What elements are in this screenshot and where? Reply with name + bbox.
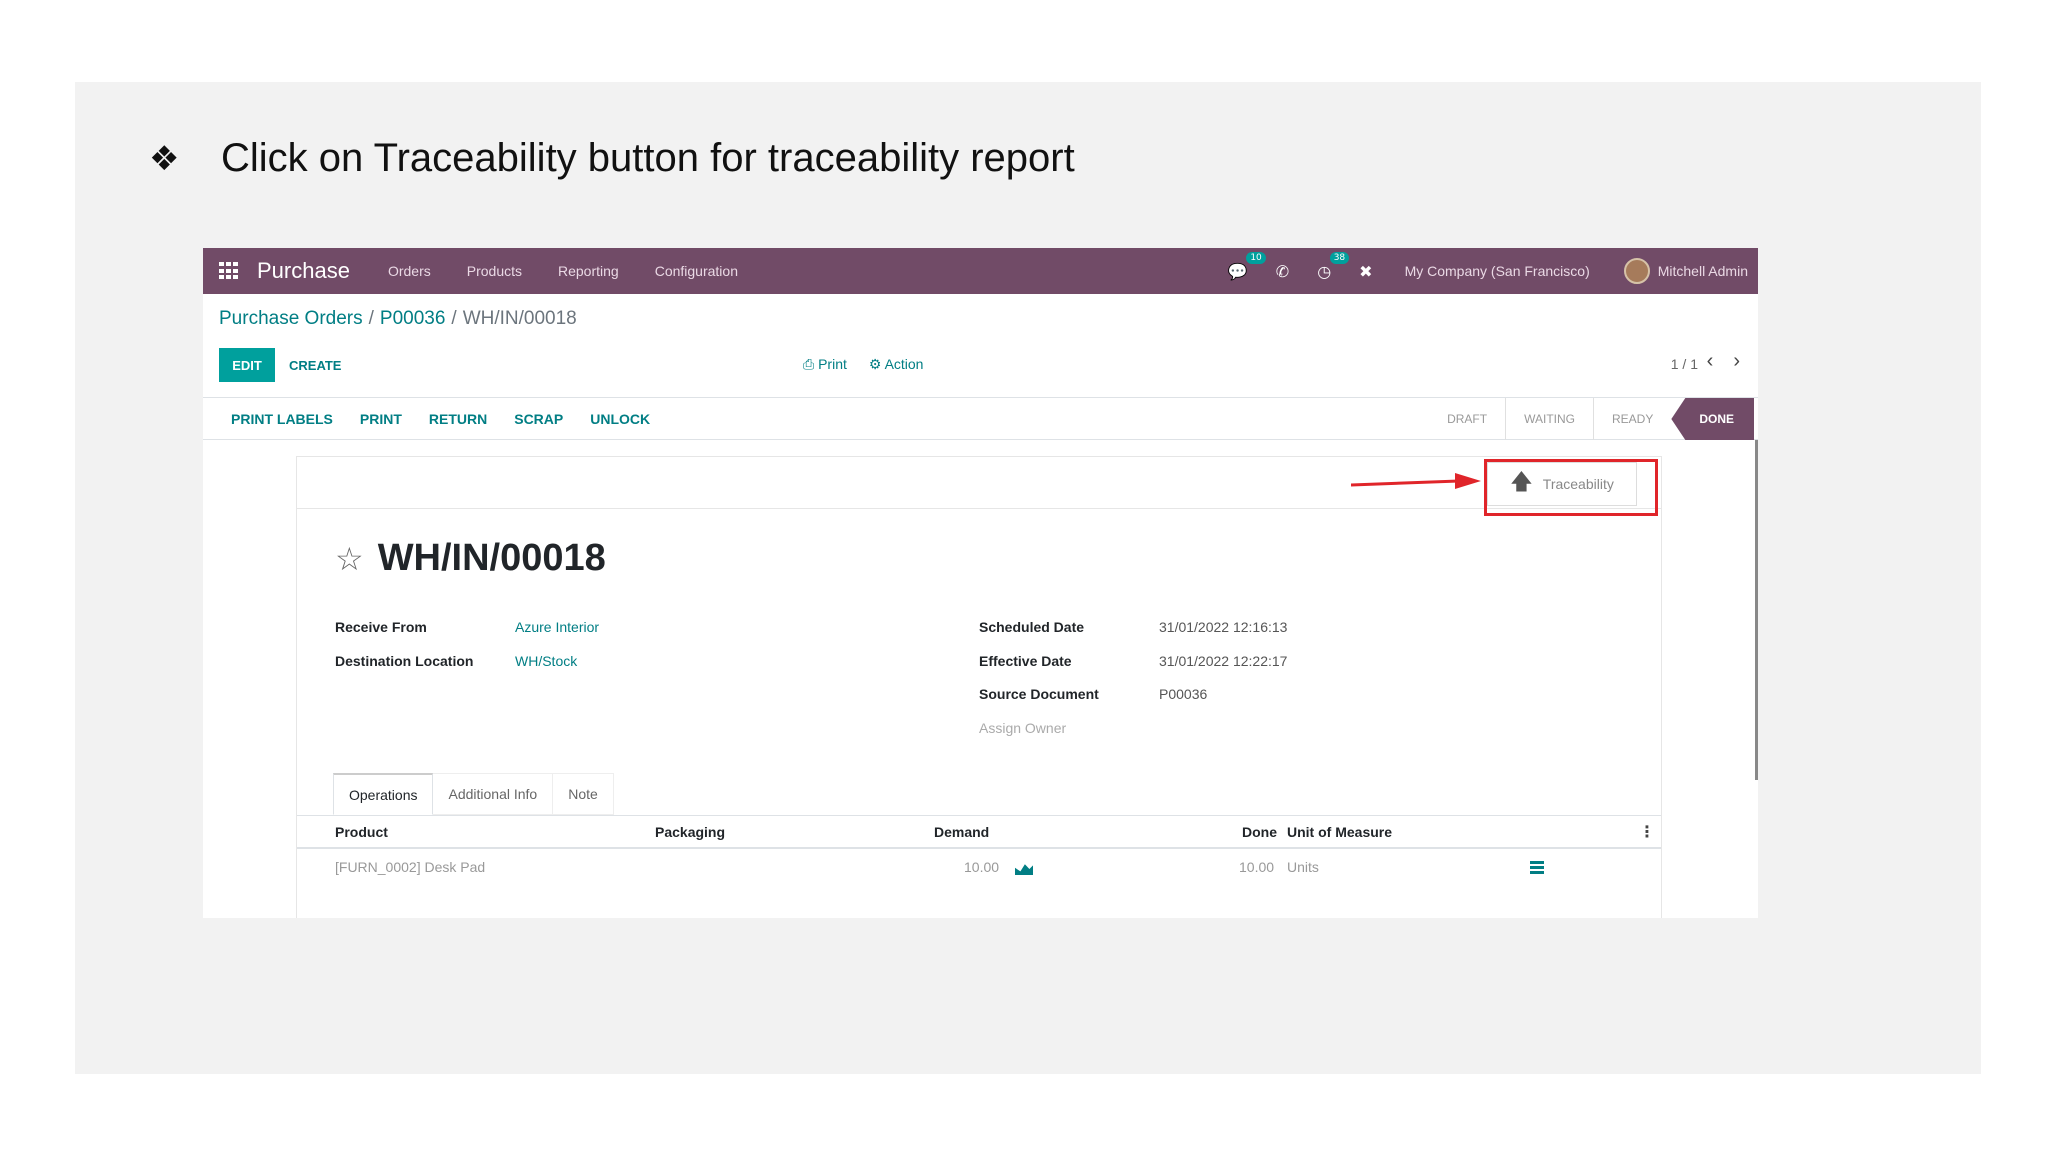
tab-operations[interactable]: Operations bbox=[333, 773, 434, 815]
optional-columns-icon[interactable]: ⋮ bbox=[1639, 822, 1655, 841]
breadcrumb-p00036[interactable]: P00036 bbox=[380, 308, 446, 330]
field-source-document: Source Document P00036 bbox=[979, 686, 1207, 702]
unlock-button[interactable]: UNLOCK bbox=[590, 411, 650, 427]
slide-background: ❖ Click on Traceability button for trace… bbox=[75, 82, 1981, 1074]
print-action-menus: ⎙ Print ⚙ Action bbox=[803, 356, 923, 373]
action-dropdown[interactable]: ⚙ Action bbox=[869, 356, 924, 373]
status-bar: PRINT LABELS PRINT RETURN SCRAP UNLOCK D… bbox=[203, 398, 1758, 440]
breadcrumb: Purchase Orders / P00036 / WH/IN/00018 bbox=[219, 308, 577, 330]
source-document-value: P00036 bbox=[1159, 686, 1208, 702]
close-icon[interactable]: ✖ bbox=[1359, 262, 1372, 281]
assign-owner-label[interactable]: Assign Owner bbox=[979, 720, 1159, 736]
field-label: Receive From bbox=[335, 619, 427, 635]
field-label: Destination Location bbox=[335, 653, 474, 669]
avatar[interactable] bbox=[1623, 258, 1650, 284]
menu-reporting[interactable]: Reporting bbox=[558, 263, 619, 279]
print-button[interactable]: PRINT bbox=[360, 411, 402, 427]
print-labels-button[interactable]: PRINT LABELS bbox=[231, 411, 333, 427]
notebook-tabs: Operations Additional Info Note bbox=[333, 773, 614, 815]
row-demand: 10.00 bbox=[964, 859, 1000, 875]
activity-badge: 38 bbox=[1329, 251, 1350, 264]
table-row[interactable]: [FURN_0002] Desk Pad 10.00 10.00 Units bbox=[297, 851, 1661, 885]
menu-products[interactable]: Products bbox=[467, 263, 522, 279]
stage-waiting: WAITING bbox=[1506, 398, 1594, 440]
stage-pipeline: DRAFT WAITING READY DONE bbox=[1429, 398, 1754, 440]
menu-configuration[interactable]: Configuration bbox=[655, 263, 738, 279]
bullet-icon: ❖ bbox=[149, 138, 180, 179]
field-destination-location: Destination Location WH/Stock bbox=[335, 653, 577, 669]
instruction-bullet: ❖ Click on Traceability button for trace… bbox=[149, 136, 1075, 181]
stage-ready: READY bbox=[1611, 412, 1654, 426]
red-pointer-arrow bbox=[1351, 473, 1481, 489]
table-header: Product Packaging Demand Done Unit of Me… bbox=[297, 815, 1661, 849]
receive-from-link[interactable]: Azure Interior bbox=[515, 619, 599, 635]
top-navbar: Purchase Orders Products Reporting Confi… bbox=[203, 248, 1758, 294]
chevron-left-icon[interactable]: ‹ bbox=[1707, 350, 1714, 373]
column-product[interactable]: Product bbox=[335, 824, 388, 840]
button-box: 🡅 Traceability bbox=[297, 457, 1661, 516]
phone-icon[interactable]: ✆ bbox=[1276, 262, 1289, 281]
row-product: [FURN_0002] Desk Pad bbox=[335, 859, 486, 875]
stage-done: DONE bbox=[1671, 398, 1754, 440]
breadcrumb-purchase-orders[interactable]: Purchase Orders bbox=[219, 308, 363, 330]
status-buttons: PRINT LABELS PRINT RETURN SCRAP UNLOCK bbox=[231, 398, 650, 440]
tab-note[interactable]: Note bbox=[553, 773, 614, 815]
destination-location-link[interactable]: WH/Stock bbox=[515, 653, 577, 669]
apps-grid-icon[interactable] bbox=[219, 262, 241, 280]
field-label: Source Document bbox=[979, 686, 1099, 702]
column-packaging[interactable]: Packaging bbox=[655, 824, 725, 840]
user-menu[interactable]: Mitchell Admin bbox=[1658, 263, 1748, 279]
field-receive-from: Receive From Azure Interior bbox=[335, 619, 599, 635]
tab-additional-info[interactable]: Additional Info bbox=[433, 773, 554, 815]
company-switcher[interactable]: My Company (San Francisco) bbox=[1405, 263, 1590, 279]
column-demand[interactable]: Demand bbox=[934, 824, 989, 840]
clock-icon[interactable]: ◷ 38 bbox=[1317, 251, 1350, 281]
column-done[interactable]: Done bbox=[1242, 824, 1277, 840]
record-title: ☆ WH/IN/00018 bbox=[335, 537, 606, 580]
create-button[interactable]: CREATE bbox=[289, 348, 341, 382]
breadcrumb-separator: / bbox=[368, 308, 374, 329]
scrollbar[interactable] bbox=[1755, 440, 1758, 780]
gear-icon: ⚙ bbox=[868, 356, 885, 372]
forecast-chart-icon[interactable] bbox=[1015, 864, 1033, 875]
pager-arrows: ‹ › bbox=[1707, 350, 1740, 373]
breadcrumb-current: WH/IN/00018 bbox=[462, 308, 577, 329]
column-unit-of-measure[interactable]: Unit of Measure bbox=[1287, 824, 1392, 840]
odoo-screenshot: Purchase Orders Products Reporting Confi… bbox=[203, 248, 1758, 918]
field-scheduled-date: Scheduled Date 31/01/2022 12:16:13 bbox=[979, 619, 1287, 635]
stage-draft: DRAFT bbox=[1429, 398, 1507, 440]
breadcrumb-separator: / bbox=[451, 308, 457, 329]
detailed-operations-icon[interactable] bbox=[1530, 861, 1544, 875]
row-uom: Units bbox=[1287, 859, 1319, 875]
chevron-right-icon[interactable]: › bbox=[1733, 350, 1740, 373]
edit-button[interactable]: EDIT bbox=[219, 348, 275, 382]
field-label: Effective Date bbox=[979, 653, 1072, 669]
highlight-box bbox=[1484, 459, 1658, 516]
scheduled-date-value: 31/01/2022 12:16:13 bbox=[1159, 619, 1288, 635]
field-label: Scheduled Date bbox=[979, 619, 1085, 635]
systray: 💬 10 ✆ ◷ 38 ✖ My Company (San Francisco) M… bbox=[1214, 248, 1748, 294]
app-title[interactable]: Purchase bbox=[257, 258, 350, 284]
chat-icon[interactable]: 💬 10 bbox=[1228, 251, 1266, 281]
star-icon[interactable]: ☆ bbox=[335, 540, 364, 578]
row-done: 10.00 bbox=[1239, 859, 1275, 875]
print-dropdown[interactable]: ⎙ Print bbox=[803, 356, 847, 373]
return-button[interactable]: RETURN bbox=[429, 411, 487, 427]
pager-value[interactable]: 1 / 1 bbox=[1671, 356, 1698, 372]
control-panel: Purchase Orders / P00036 / WH/IN/00018 E… bbox=[203, 294, 1758, 398]
field-effective-date: Effective Date 31/01/2022 12:22:17 bbox=[979, 653, 1287, 669]
menu-orders[interactable]: Orders bbox=[388, 263, 431, 279]
form-sheet: 🡅 Traceability ☆ WH/IN/00018 Receive Fro… bbox=[296, 456, 1662, 918]
instruction-text: Click on Traceability button for traceab… bbox=[221, 136, 1075, 180]
printer-icon: ⎙ bbox=[803, 356, 819, 372]
field-assign-owner: Assign Owner bbox=[979, 720, 1159, 736]
messages-badge: 10 bbox=[1246, 251, 1266, 264]
effective-date-value: 31/01/2022 12:22:17 bbox=[1159, 653, 1288, 669]
scrap-button[interactable]: SCRAP bbox=[514, 411, 563, 427]
page-title: WH/IN/00018 bbox=[377, 537, 606, 579]
